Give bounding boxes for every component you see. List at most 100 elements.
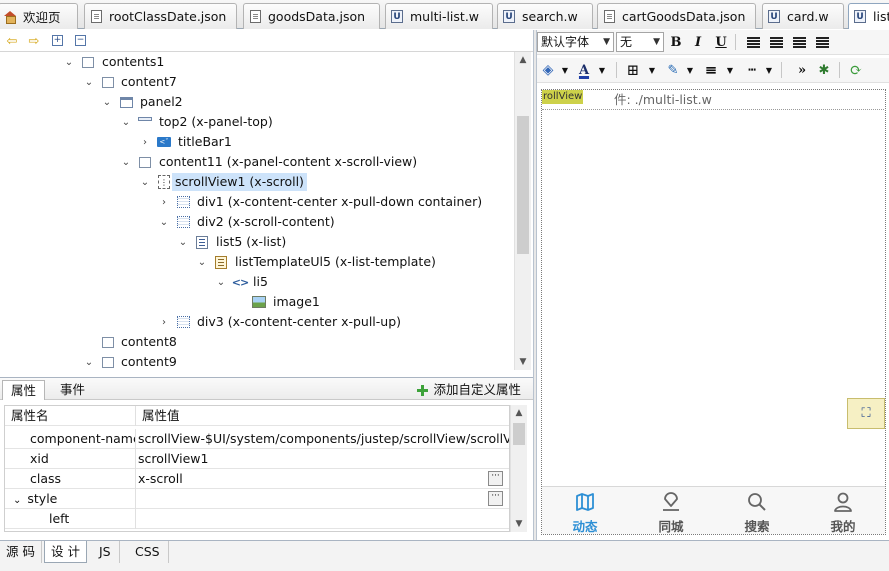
align-center-icon[interactable] — [767, 33, 785, 51]
tree-node-selected[interactable]: ⌄ ⋮ scrollView1 (x-scroll) — [0, 172, 515, 192]
font-family-select[interactable]: 默认字体 ▼ — [537, 32, 614, 52]
tab-search[interactable]: U search.w — [497, 3, 593, 29]
edit-value-button[interactable]: ··· — [488, 491, 503, 506]
forward-arrow-icon[interactable]: ⇨ — [26, 33, 42, 49]
tree-node[interactable]: ⌄ content9 — [0, 352, 515, 370]
chevron-down-icon[interactable]: ⌄ — [177, 235, 189, 249]
tab-source[interactable]: 源 码 — [0, 541, 42, 563]
italic-button[interactable]: I — [689, 33, 707, 51]
nav-item-wode[interactable]: 我的 — [800, 487, 886, 535]
expand-all-icon[interactable]: + — [52, 35, 63, 46]
property-row[interactable]: ⌄ style ··· — [5, 489, 509, 509]
tree-node[interactable]: ⌄ list5 (x-list) — [0, 232, 515, 252]
tab-list[interactable]: U list — [848, 3, 889, 29]
collapse-all-icon[interactable]: − — [75, 35, 86, 46]
tab-cartgoodsdata[interactable]: cartGoodsData.json — [597, 3, 756, 29]
design-canvas[interactable]: 件: ./multi-list.w rollView ⛶ 动态 同城 搜索 我的 — [541, 89, 886, 535]
chevron-right-icon[interactable]: › — [139, 135, 151, 149]
tree-node[interactable]: image1 — [0, 292, 515, 312]
chevron-down-icon[interactable]: ▼ — [593, 61, 611, 79]
add-custom-property-button[interactable]: 添加自定义属性 — [417, 380, 521, 400]
chevron-down-icon[interactable]: ▼ — [643, 61, 661, 79]
property-value[interactable] — [137, 489, 509, 509]
border-style-icon[interactable]: ┅ — [743, 61, 761, 79]
panel-splitter[interactable] — [533, 30, 537, 540]
more-icon[interactable]: » — [793, 61, 811, 79]
tab-rootclassdate[interactable]: rootClassDate.json — [84, 3, 237, 29]
tab-card[interactable]: U card.w — [762, 3, 844, 29]
nav-item-dongtai[interactable]: 动态 — [542, 487, 628, 535]
edit-value-button[interactable]: ··· — [488, 471, 503, 486]
border-width-icon[interactable]: ≡ — [702, 61, 720, 79]
tree-node[interactable]: ⌄ top2 (x-panel-top) — [0, 112, 515, 132]
property-value[interactable]: x-scroll — [137, 469, 509, 489]
tab-welcome[interactable]: 欢迎页 — [0, 3, 78, 29]
tab-goodsdata[interactable]: goodsData.json — [243, 3, 380, 29]
tree-node[interactable]: ⌄ content7 — [0, 72, 515, 92]
chevron-down-icon[interactable]: ⌄ — [120, 155, 132, 169]
chevron-down-icon[interactable]: ▼ — [760, 61, 778, 79]
tab-css[interactable]: CSS — [127, 541, 169, 563]
bug-icon[interactable]: ✱ — [815, 61, 833, 79]
align-right-icon[interactable] — [790, 33, 808, 51]
tree-node[interactable]: ⌄ content11 (x-panel-content x-scroll-vi… — [0, 152, 515, 172]
property-row[interactable]: component-name scrollView-$UI/system/com… — [5, 429, 509, 449]
bold-button[interactable]: B — [667, 33, 685, 51]
property-scrollbar[interactable]: ▲ ▼ — [510, 405, 527, 532]
scroll-down-icon[interactable]: ▼ — [511, 516, 527, 532]
property-row[interactable]: xid scrollView1 — [5, 449, 509, 469]
property-row[interactable]: class x-scroll ··· — [5, 469, 509, 489]
property-value[interactable]: scrollView1 — [137, 449, 509, 469]
tree-node[interactable]: › div3 (x-content-center x-pull-up) — [0, 312, 515, 332]
chevron-down-icon[interactable]: ⌄ — [83, 75, 95, 89]
back-arrow-icon[interactable]: ⇦ — [4, 33, 20, 49]
tree-node[interactable]: ⌄ <> li5 — [0, 272, 515, 292]
scroll-up-icon[interactable]: ▲ — [515, 52, 531, 68]
property-row[interactable]: left — [5, 509, 509, 529]
chevron-down-icon[interactable]: ⌄ — [158, 215, 170, 229]
font-color-icon[interactable]: A — [575, 61, 593, 79]
scrollview-badge[interactable]: rollView — [542, 90, 584, 104]
chevron-down-icon[interactable]: ⌄ — [13, 495, 21, 506]
align-left-icon[interactable] — [744, 33, 762, 51]
property-value[interactable]: scrollView-$UI/system/components/justep/… — [137, 429, 509, 449]
chevron-down-icon[interactable]: ⌄ — [215, 275, 227, 289]
tab-properties[interactable]: 属性 — [2, 380, 46, 400]
pin-float-button[interactable]: ⛶ — [847, 398, 885, 429]
tab-design[interactable]: 设 计 — [44, 541, 87, 563]
chevron-down-icon[interactable]: ⌄ — [101, 95, 113, 109]
chevron-down-icon[interactable]: ▼ — [681, 61, 699, 79]
tree-node[interactable]: ⌄ contents1 — [0, 52, 515, 72]
scroll-thumb[interactable] — [517, 116, 529, 254]
align-justify-icon[interactable] — [813, 33, 831, 51]
scroll-up-icon[interactable]: ▲ — [511, 405, 527, 421]
fill-color-icon[interactable]: ◈ — [539, 61, 557, 79]
outline-scrollbar[interactable]: ▲ ▼ — [514, 52, 531, 370]
tree-node[interactable]: content8 — [0, 332, 515, 352]
chevron-down-icon[interactable]: ⌄ — [83, 355, 95, 369]
scroll-down-icon[interactable]: ▼ — [515, 354, 531, 370]
chevron-down-icon[interactable]: ⌄ — [63, 55, 75, 69]
chevron-right-icon[interactable]: › — [158, 315, 170, 329]
chevron-down-icon[interactable]: ▼ — [556, 61, 574, 79]
tab-js[interactable]: JS — [91, 541, 120, 563]
property-value[interactable] — [137, 509, 509, 529]
chevron-down-icon[interactable]: ⌄ — [139, 175, 151, 189]
tree-node[interactable]: › div1 (x-content-center x-pull-down con… — [0, 192, 515, 212]
border-grid-icon[interactable]: ⊞ — [624, 61, 642, 79]
tree-node[interactable]: › <ˇ titleBar1 — [0, 132, 515, 152]
nav-item-sousuo[interactable]: 搜索 — [714, 487, 800, 535]
scroll-thumb[interactable] — [513, 423, 525, 445]
chevron-down-icon[interactable]: ⌄ — [120, 115, 132, 129]
font-size-select[interactable]: 无 ▼ — [616, 32, 664, 52]
chevron-down-icon[interactable]: ▼ — [721, 61, 739, 79]
tab-events[interactable]: 事件 — [52, 380, 93, 400]
refresh-icon[interactable]: ⟳ — [847, 61, 865, 79]
underline-button[interactable]: U — [712, 33, 730, 51]
chevron-down-icon[interactable]: ⌄ — [196, 255, 208, 269]
tree-node[interactable]: ⌄ div2 (x-scroll-content) — [0, 212, 515, 232]
nav-item-tongcheng[interactable]: 同城 — [628, 487, 714, 535]
tree-node[interactable]: ⌄ listTemplateUl5 (x-list-template) — [0, 252, 515, 272]
tab-multi-list[interactable]: U multi-list.w — [385, 3, 493, 29]
tree-node[interactable]: ⌄ panel2 — [0, 92, 515, 112]
